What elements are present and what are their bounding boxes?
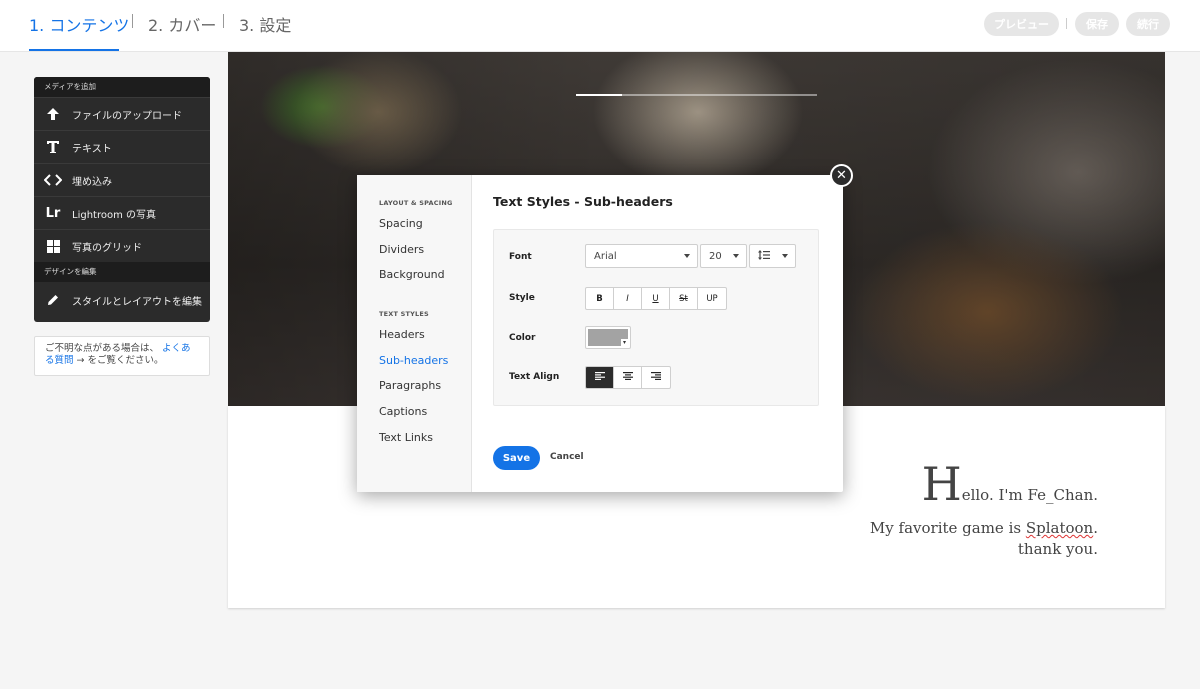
text-styles-heading: TEXT STYLES — [379, 310, 429, 318]
layout-spacing-heading: LAYOUT & SPACING — [379, 199, 453, 207]
sidebar-item-photo-grid[interactable]: 写真のグリッド — [34, 229, 210, 262]
text-align-label: Text Align — [509, 372, 560, 382]
chevron-down-icon — [782, 254, 788, 258]
active-step-underline — [29, 49, 119, 51]
nav-item-paragraphs[interactable]: Paragraphs — [379, 379, 441, 392]
add-media-panel: メディアを追加 ファイルのアップロード テキスト 埋め込み Lr Lightro… — [34, 77, 210, 322]
code-embed-icon — [34, 174, 72, 186]
sidebar-item-embed[interactable]: 埋め込み — [34, 163, 210, 196]
greeting-line-1: ello. I'm Fe_Chan. — [961, 486, 1098, 504]
chevron-down-icon — [733, 254, 739, 258]
media-section-heading: メディアを追加 — [34, 77, 210, 97]
sidebar-item-label: 埋め込み — [72, 176, 112, 188]
line-height-icon — [758, 249, 770, 263]
greeting-line-2-prefix: My favorite game is — [869, 519, 1026, 537]
text-align-group — [585, 366, 671, 389]
align-right-button[interactable] — [642, 367, 670, 388]
design-section-heading: デザインを編集 — [34, 262, 210, 282]
nav-item-sub-headers[interactable]: Sub-headers — [379, 354, 448, 367]
step-separator — [223, 14, 224, 28]
align-left-button[interactable] — [586, 367, 614, 388]
nav-item-captions[interactable]: Captions — [379, 405, 427, 418]
align-right-icon — [651, 372, 661, 383]
uppercase-toggle[interactable]: UP — [698, 288, 726, 309]
drop-cap: H — [921, 457, 962, 511]
color-label: Color — [509, 333, 536, 343]
chevron-down-icon — [684, 254, 690, 258]
step-cover-tab[interactable]: 2. カバー — [148, 12, 216, 36]
color-swatch[interactable]: ▾ — [585, 326, 631, 349]
align-center-button[interactable] — [614, 367, 642, 388]
style-properties-box: Font Arial 20 Style B I U St UP Color ▾ — [493, 229, 819, 406]
italic-toggle[interactable]: I — [614, 288, 642, 309]
upload-arrow-icon — [34, 107, 72, 121]
nav-item-headers[interactable]: Headers — [379, 328, 425, 341]
font-size-value: 20 — [709, 250, 722, 262]
align-center-icon — [622, 372, 633, 383]
greeting-text[interactable]: Hello. I'm Fe_Chan. My favorite game is … — [869, 461, 1098, 560]
help-prefix: ご不明な点がある場合は、 — [45, 343, 160, 354]
slideshow-progress-fill — [576, 94, 622, 96]
nav-item-background[interactable]: Background — [379, 268, 445, 281]
step-settings-tab[interactable]: 3. 設定 — [239, 12, 291, 36]
cancel-button[interactable]: Cancel — [550, 452, 584, 462]
text-t-icon — [34, 140, 72, 154]
grid-icon — [34, 239, 72, 253]
save-draft-button[interactable]: 保存 — [1075, 12, 1119, 36]
sidebar-item-label: スタイルとレイアウトを編集 — [72, 296, 202, 308]
sidebar-item-text[interactable]: テキスト — [34, 130, 210, 163]
greeting-line-2-suffix: . — [1093, 519, 1098, 537]
chevron-down-icon: ▾ — [621, 339, 628, 346]
continue-button[interactable]: 続行 — [1126, 12, 1170, 36]
modal-nav: LAYOUT & SPACING Spacing Dividers Backgr… — [357, 175, 472, 492]
sidebar-item-label: Lightroom の写真 — [72, 209, 157, 221]
sidebar-item-lightroom[interactable]: Lr Lightroom の写真 — [34, 196, 210, 229]
sidebar-item-label: テキスト — [72, 143, 112, 155]
nav-item-dividers[interactable]: Dividers — [379, 243, 424, 256]
save-button[interactable]: Save — [493, 446, 540, 470]
pencil-icon — [34, 294, 72, 306]
step-content-tab[interactable]: 1. コンテンツ — [29, 12, 129, 36]
step-separator — [132, 14, 133, 28]
style-toggle-group: B I U St UP — [585, 287, 727, 310]
font-family-select[interactable]: Arial — [585, 244, 698, 268]
nav-item-text-links[interactable]: Text Links — [379, 431, 433, 444]
style-label: Style — [509, 293, 535, 303]
strikethrough-toggle[interactable]: St — [670, 288, 698, 309]
close-icon[interactable]: ✕ — [830, 164, 853, 187]
help-suffix: → をご覧ください。 — [76, 355, 164, 366]
color-swatch-fill: ▾ — [588, 329, 628, 346]
sidebar-item-label: 写真のグリッド — [72, 242, 142, 254]
text-styles-modal: LAYOUT & SPACING Spacing Dividers Backgr… — [357, 175, 843, 492]
sidebar-item-edit-style[interactable]: スタイルとレイアウトを編集 — [34, 282, 210, 318]
top-bar: 1. コンテンツ 2. カバー 3. 設定 プレビュー 保存 続行 — [0, 0, 1200, 52]
sidebar-item-upload[interactable]: ファイルのアップロード — [34, 97, 210, 130]
font-size-select[interactable]: 20 — [700, 244, 747, 268]
line-height-select[interactable] — [749, 244, 796, 268]
lightroom-icon: Lr — [45, 205, 61, 221]
bold-toggle[interactable]: B — [586, 288, 614, 309]
help-box: ご不明な点がある場合は、 よくある質問 → をご覧ください。 — [34, 336, 210, 376]
font-label: Font — [509, 252, 532, 262]
sidebar-item-label: ファイルのアップロード — [72, 110, 182, 122]
slideshow-progress-track — [576, 94, 817, 96]
preview-button[interactable]: プレビュー — [984, 12, 1059, 36]
greeting-line-3: thank you. — [1017, 540, 1098, 558]
modal-title: Text Styles - Sub-headers — [493, 194, 673, 209]
align-left-icon — [594, 372, 605, 383]
misspelled-word: Splatoon — [1025, 519, 1094, 537]
font-family-value: Arial — [594, 250, 617, 262]
nav-item-spacing[interactable]: Spacing — [379, 217, 423, 230]
underline-toggle[interactable]: U — [642, 288, 670, 309]
header-separator — [1066, 18, 1067, 29]
